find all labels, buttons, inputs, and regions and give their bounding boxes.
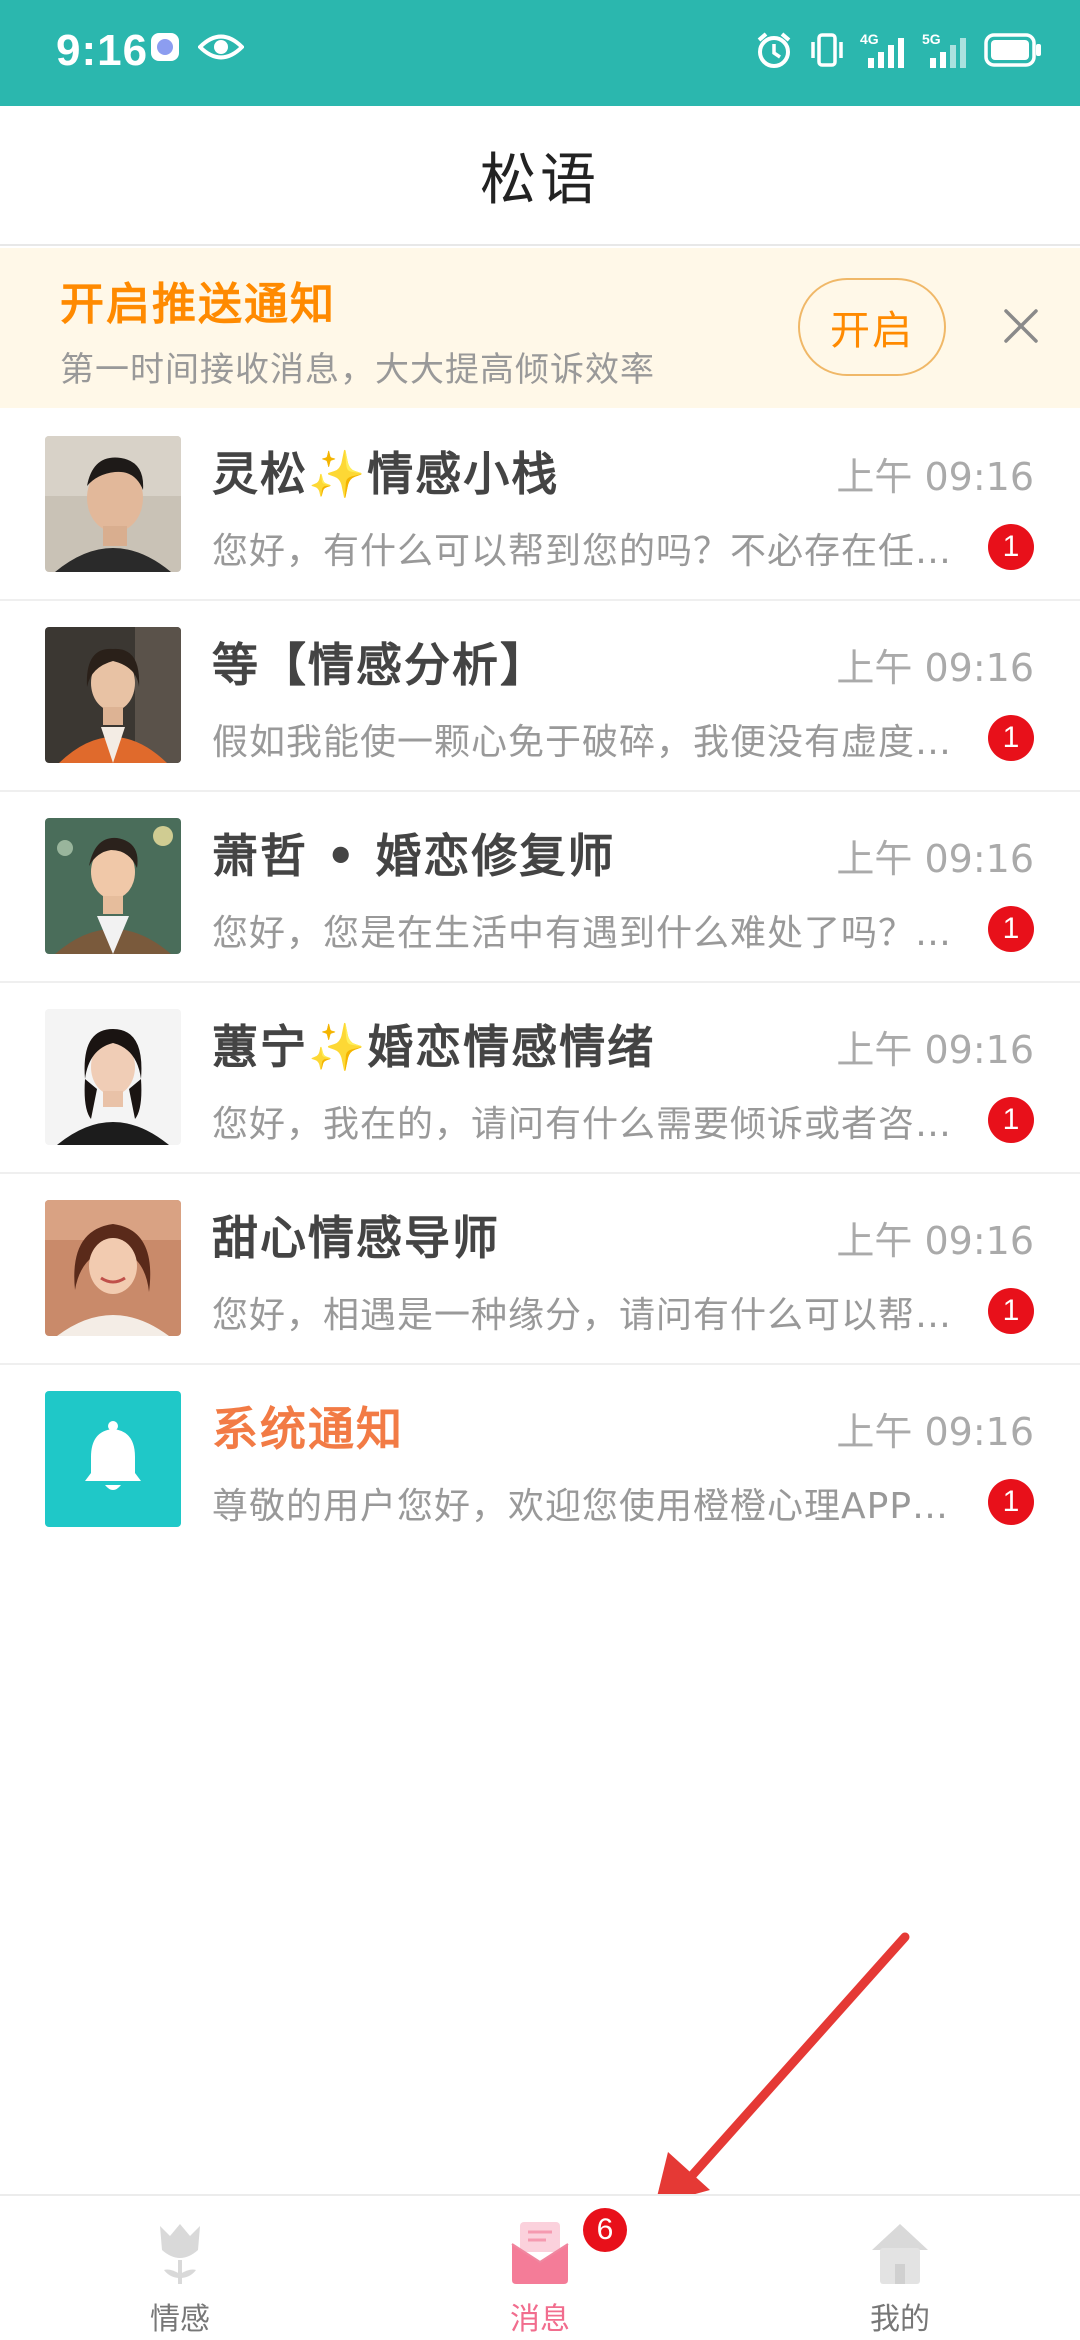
push-banner-subtitle: 第一时间接收消息，大大提高倾诉效率 — [60, 350, 655, 390]
unread-badge: 1 — [988, 1097, 1034, 1143]
conversation-preview: 您好，有什么可以帮到您的吗？不必存在任何顾虑，请放心与我倾诉。 — [212, 531, 952, 572]
alarm-icon — [757, 32, 791, 68]
network-label-4g: 4G — [860, 31, 879, 47]
tab-profile[interactable]: 我的 — [720, 2196, 1080, 2340]
push-notification-banner: 开启推送通知 第一时间接收消息，大大提高倾诉效率 开启 — [0, 248, 1080, 408]
avatar — [45, 1009, 181, 1145]
tab-label: 我的 — [870, 2302, 930, 2337]
conversation-name: 灵松✨情感小栈 — [212, 447, 560, 501]
unread-badge: 1 — [988, 1479, 1034, 1525]
conversation-name: 甜心情感导师 — [212, 1211, 500, 1265]
conversation-item[interactable]: 甜心情感导师 上午 09:16 您好，相遇是一种缘分，请问有什么可以帮助您的吗？… — [0, 1174, 1080, 1365]
conversation-preview: 尊敬的用户您好，欢迎您使用橙橙心理APP，祝您生活愉快。 — [212, 1486, 952, 1527]
avatar — [45, 1200, 181, 1336]
message-envelope-icon — [511, 2222, 569, 2284]
signal-4g-icon: 4G — [860, 31, 904, 68]
status-bar: 9:16 4G 5G — [0, 0, 1080, 106]
enable-push-button[interactable]: 开启 — [798, 278, 946, 376]
conversation-time: 上午 09:16 — [836, 1219, 1034, 1263]
tulip-icon — [160, 2224, 200, 2284]
conversation-time: 上午 09:16 — [836, 646, 1034, 690]
conversation-item[interactable]: 萧哲 • 婚恋修复师 上午 09:16 您好，您是在生活中有遇到什么难处了吗？可… — [0, 792, 1080, 983]
conversation-time: 上午 09:16 — [836, 1410, 1034, 1454]
conversation-preview: 您好，相遇是一种缘分，请问有什么可以帮助您的吗？ — [212, 1295, 952, 1336]
page-title: 松语 — [480, 147, 600, 213]
unread-badge: 1 — [988, 524, 1034, 570]
unread-badge: 1 — [988, 715, 1034, 761]
home-icon — [872, 2224, 928, 2284]
avatar — [45, 436, 181, 572]
battery-icon — [984, 33, 1041, 67]
close-icon[interactable] — [998, 303, 1044, 349]
conversation-name: 蕙宁✨婚恋情感情绪 — [212, 1020, 656, 1074]
tab-emotion[interactable]: 情感 — [0, 2196, 360, 2340]
bell-icon — [45, 1391, 181, 1527]
status-time: 9:16 — [56, 26, 149, 75]
conversation-preview: 假如我能使一颗心免于破碎，我便没有虚度此生。 — [212, 722, 952, 763]
conversation-item[interactable]: 等【情感分析】 上午 09:16 假如我能使一颗心免于破碎，我便没有虚度此生。 … — [0, 601, 1080, 792]
conversation-time: 上午 09:16 — [836, 455, 1034, 499]
eye-icon — [198, 34, 244, 60]
app-notification-icon — [151, 33, 179, 61]
system-notice-avatar — [45, 1391, 181, 1527]
conversation-name: 萧哲 • 婚恋修复师 — [212, 829, 616, 883]
avatar — [45, 627, 181, 763]
conversation-preview: 您好，您是在生活中有遇到什么难处了吗？可以和我说说。 — [212, 913, 952, 954]
conversation-item-system[interactable]: 系统通知 上午 09:16 尊敬的用户您好，欢迎您使用橙橙心理APP，祝您生活愉… — [0, 1365, 1080, 1556]
app-header: 松语 — [0, 106, 1080, 246]
conversation-name: 等【情感分析】 — [212, 638, 548, 692]
tab-label: 消息 — [510, 2302, 570, 2337]
avatar — [45, 818, 181, 954]
vibrate-icon — [811, 33, 843, 67]
conversation-list: 灵松✨情感小栈 上午 09:16 您好，有什么可以帮到您的吗？不必存在任何顾虑，… — [0, 410, 1080, 1556]
unread-badge: 1 — [988, 1288, 1034, 1334]
unread-total-badge: 6 — [583, 2208, 627, 2252]
network-label-5g: 5G — [922, 31, 941, 47]
conversation-time: 上午 09:16 — [836, 837, 1034, 881]
conversation-name: 系统通知 — [212, 1402, 404, 1456]
conversation-item[interactable]: 灵松✨情感小栈 上午 09:16 您好，有什么可以帮到您的吗？不必存在任何顾虑，… — [0, 410, 1080, 601]
tab-label: 情感 — [150, 2302, 210, 2337]
signal-5g-icon: 5G — [922, 31, 966, 68]
conversation-time: 上午 09:16 — [836, 1028, 1034, 1072]
tab-messages[interactable]: 消息 6 — [360, 2196, 720, 2340]
conversation-preview: 您好，我在的，请问有什么需要倾诉或者咨询的吗？ — [212, 1104, 952, 1145]
bottom-tab-bar: 情感 消息 6 我的 — [0, 2194, 1080, 2340]
conversation-item[interactable]: 蕙宁✨婚恋情感情绪 上午 09:16 您好，我在的，请问有什么需要倾诉或者咨询的… — [0, 983, 1080, 1174]
push-banner-title: 开启推送通知 — [60, 279, 336, 330]
unread-badge: 1 — [988, 906, 1034, 952]
